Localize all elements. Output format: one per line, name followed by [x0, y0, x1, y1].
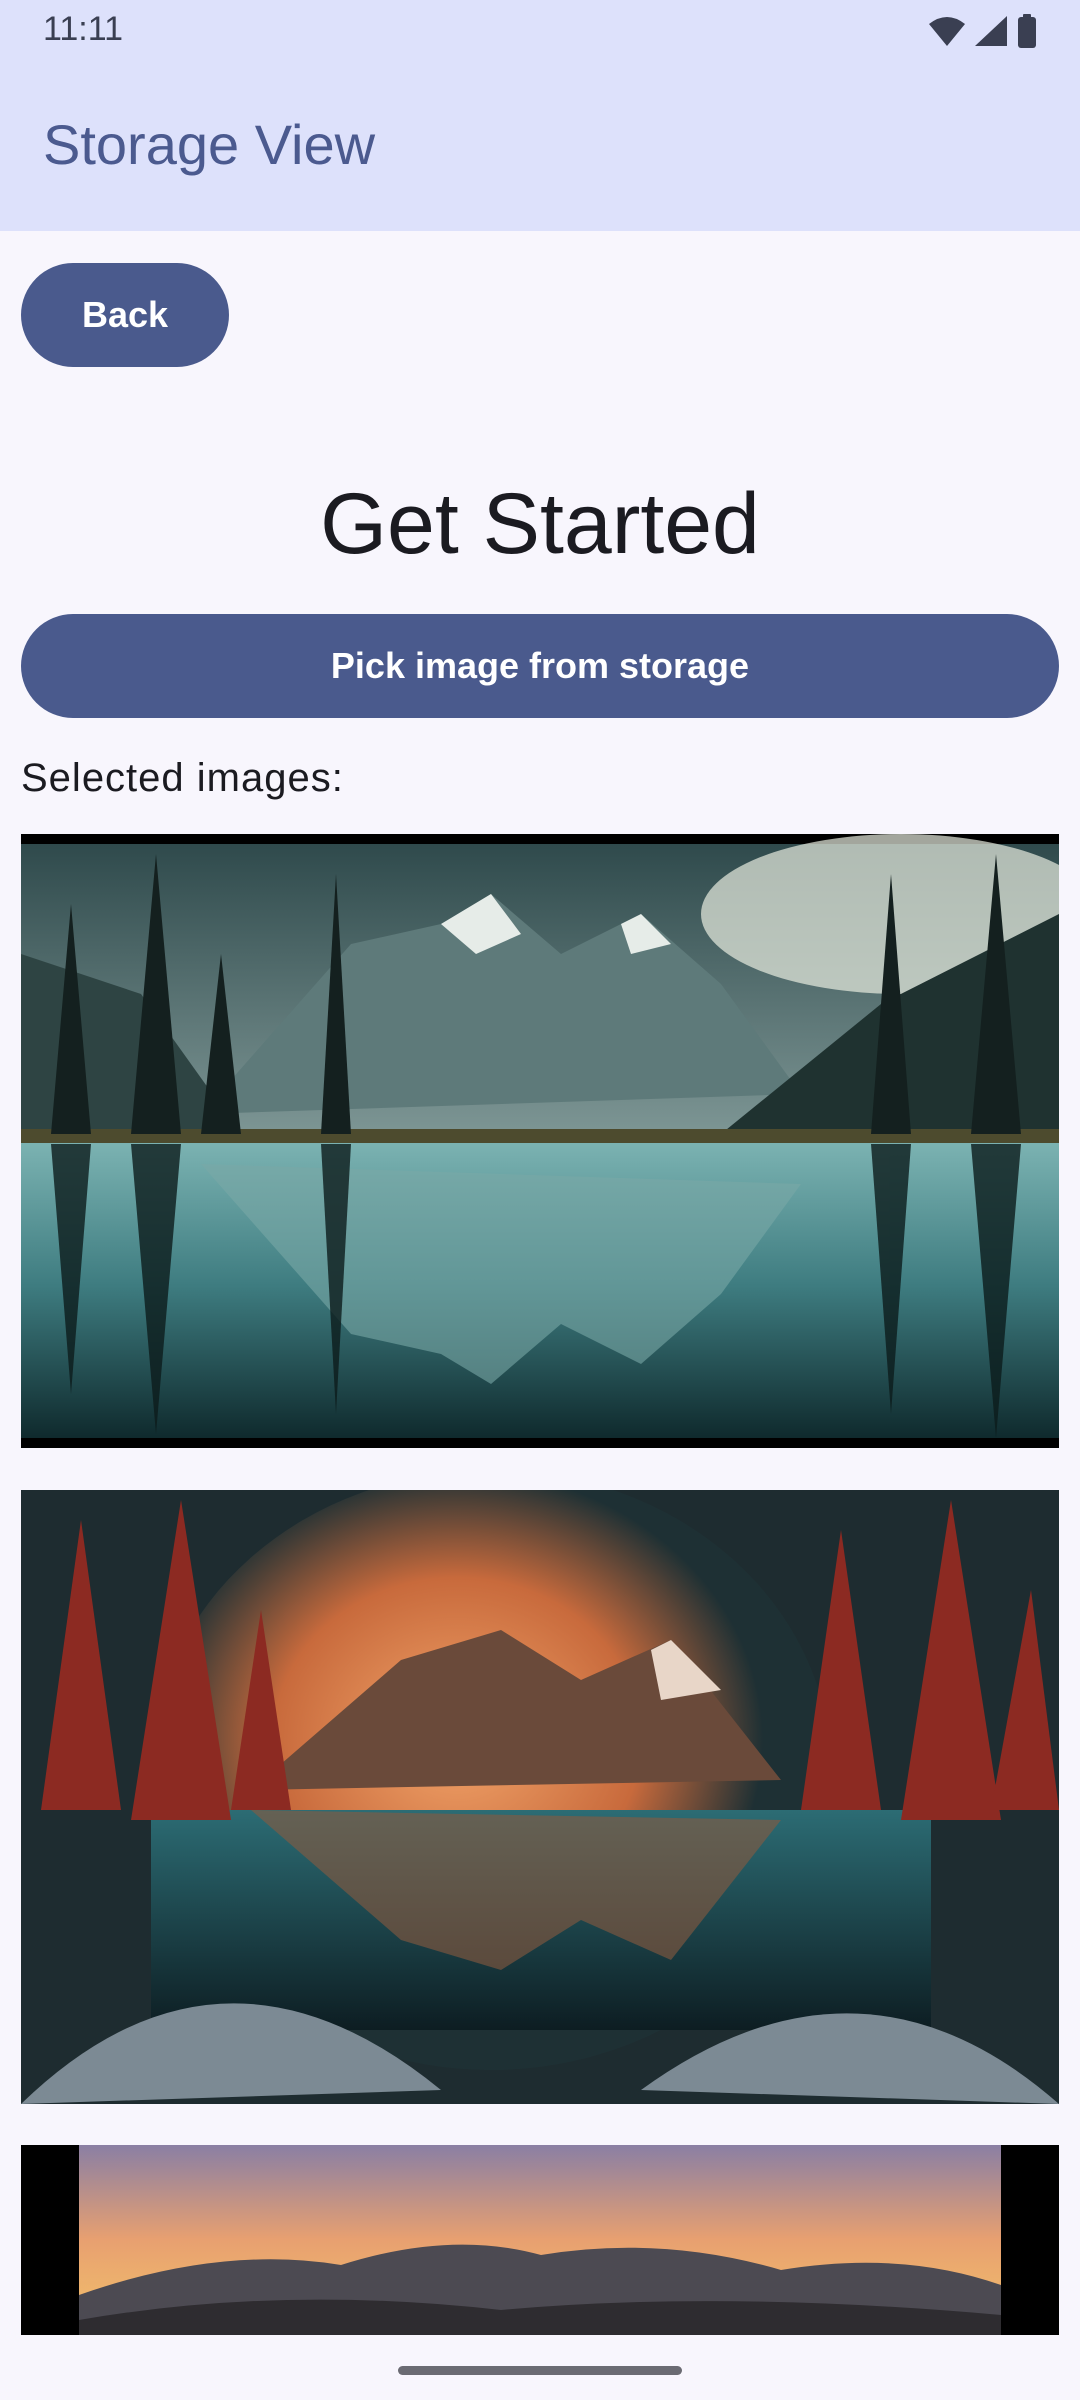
app-title: Storage View — [43, 113, 376, 176]
back-button[interactable]: Back — [21, 263, 229, 367]
battery-icon — [1018, 14, 1036, 48]
status-icons — [928, 14, 1038, 48]
top-app-bar: Storage View — [0, 62, 1080, 231]
mountain-lake-reflection-image — [21, 834, 1059, 1448]
status-time: 11:11 — [43, 10, 124, 48]
selected-images-label: Selected images: — [21, 756, 344, 800]
gesture-nav-handle[interactable] — [398, 2366, 682, 2375]
wifi-icon — [929, 17, 965, 46]
cellular-signal-icon — [975, 16, 1007, 46]
status-bar: 11:11 — [0, 0, 1080, 62]
red-trees-mountain-lake-image — [21, 1490, 1059, 2104]
pick-image-button[interactable]: Pick image from storage — [21, 614, 1059, 718]
sunset-hills-image — [21, 2145, 1059, 2335]
page-headline: Get Started — [320, 476, 760, 572]
main-content[interactable]: Back Get Started Pick image from storage… — [0, 231, 1080, 2335]
